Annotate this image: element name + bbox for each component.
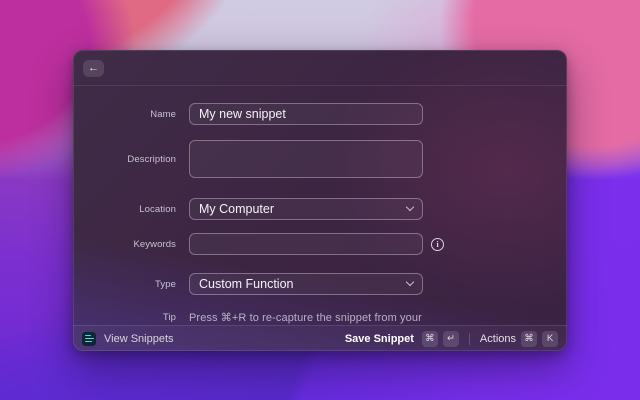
description-input[interactable] [189, 140, 423, 178]
cmd-key-chip: ⌘ [521, 330, 537, 347]
type-select-value: Custom Function [199, 277, 294, 291]
location-select[interactable]: My Computer [189, 198, 423, 220]
window-footer: View Snippets Save Snippet ⌘ ↵ Actions ⌘… [73, 325, 567, 351]
location-label: Location [139, 203, 176, 215]
tip-text: Press ⌘+R to re-capture the snippet from… [189, 311, 422, 324]
return-key-chip: ↵ [442, 330, 459, 347]
k-key-chip: K [542, 330, 558, 347]
back-arrow-icon: ← [88, 62, 99, 74]
chevron-down-icon [405, 277, 415, 287]
form-row-description: Description [73, 140, 567, 178]
location-select-value: My Computer [199, 202, 275, 216]
snippet-editor-window: ← Name Description Location My Computer … [73, 50, 567, 351]
form-row-tip: Tip Press ⌘+R to re-capture the snippet … [73, 308, 567, 326]
type-label: Type [155, 278, 176, 290]
tip-label: Tip [162, 311, 176, 323]
keywords-label: Keywords [133, 238, 176, 250]
cmd-key-chip: ⌘ [421, 330, 438, 347]
window-header: ← [73, 50, 567, 86]
footer-actions-area: Save Snippet ⌘ ↵ Actions ⌘ K [345, 330, 558, 347]
desktop-wallpaper: { "window": { "header": { "back_icon": "… [0, 0, 640, 400]
back-button[interactable]: ← [83, 60, 104, 77]
name-label: Name [150, 108, 176, 120]
chevron-down-icon [405, 202, 415, 212]
actions-button[interactable]: Actions [480, 333, 516, 345]
name-input[interactable] [189, 103, 423, 125]
footer-view-snippets[interactable]: View Snippets [82, 331, 174, 346]
form-row-keywords: Keywords i [73, 233, 567, 255]
description-label: Description [127, 153, 176, 165]
snippets-icon [82, 331, 96, 346]
info-icon[interactable]: i [431, 237, 444, 251]
save-snippet-button[interactable]: Save Snippet [345, 333, 414, 345]
form-row-type: Type Custom Function [73, 273, 567, 295]
keywords-input[interactable] [189, 233, 423, 255]
footer-divider [468, 332, 470, 345]
type-select[interactable]: Custom Function [189, 273, 423, 295]
form-row-location: Location My Computer [73, 198, 567, 220]
view-snippets-label: View Snippets [104, 332, 174, 345]
form-row-name: Name [73, 103, 567, 125]
